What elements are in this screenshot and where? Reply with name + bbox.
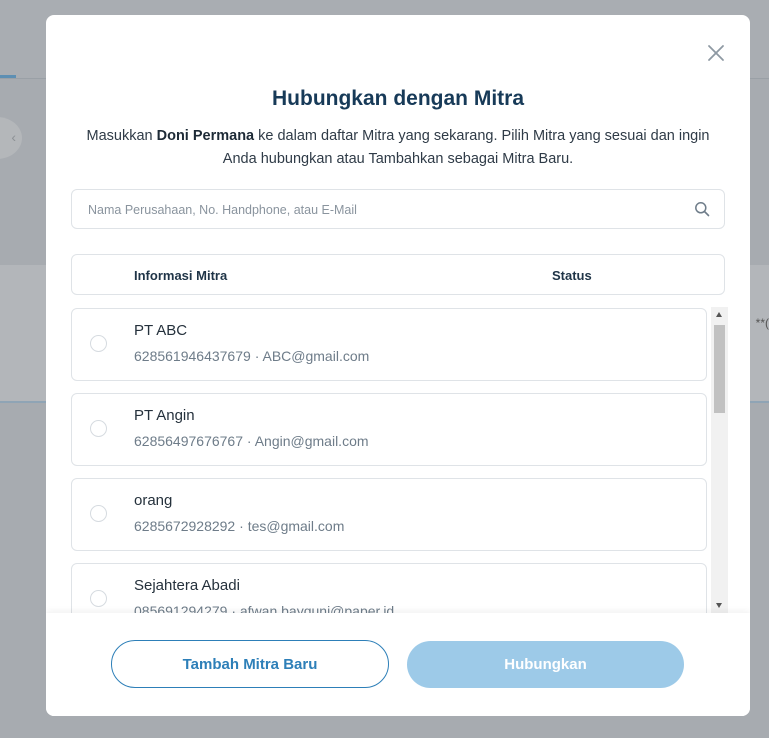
column-header-status: Status [552,268,592,283]
separator: · [246,433,252,449]
search-input[interactable] [86,190,680,230]
partner-contact: 085691294279 · afwan.bayquni@paper.id [134,603,394,613]
connect-button[interactable]: Hubungkan [407,641,684,688]
close-icon[interactable] [706,43,726,63]
table-header: Informasi Mitra Status [71,254,725,295]
partner-list-item[interactable]: Sejahtera Abadi 085691294279 · afwan.bay… [71,563,707,613]
partner-phone: 628561946437679 [134,348,251,364]
separator: · [239,518,244,534]
search-box [71,189,725,230]
modal-title: Hubungkan dengan Mitra [272,87,524,110]
background-masked-text: **( [755,316,769,330]
partner-email: Angin@gmail.com [254,433,369,449]
partner-phone: 62856497676767 [134,433,244,449]
separator: · [231,603,236,613]
partner-contact: 6285672928292 · tes@gmail.com [134,518,344,534]
partner-radio[interactable] [90,335,107,352]
partner-radio[interactable] [90,420,107,437]
scrollbar-thumb[interactable] [714,325,725,413]
column-header-info: Informasi Mitra [134,268,228,283]
partner-contact: 62856497676767 · Angin@gmail.com [134,433,369,449]
list-scrollbar[interactable] [711,307,728,613]
partner-list: PT ABC 628561946437679 · ABC@gmail.com P… [71,307,707,613]
modal-description: Masukkan Doni Permana ke dalam daftar Mi… [74,125,722,171]
background-back-button: ‹ [0,117,22,159]
partner-list-item[interactable]: PT Angin 62856497676767 · Angin@gmail.co… [71,393,707,466]
partner-name: Sejahtera Abadi [134,577,240,594]
close-button[interactable] [706,43,726,63]
separator: · [254,348,260,364]
partner-radio[interactable] [90,590,107,607]
partner-phone: 6285672928292 [134,518,236,534]
partner-name: PT Angin [134,407,195,424]
description-prefix: Masukkan [86,128,157,144]
partner-list-item[interactable]: PT ABC 628561946437679 · ABC@gmail.com [71,308,707,381]
partner-contact: 628561946437679 · ABC@gmail.com [134,348,369,364]
connect-partner-modal: Hubungkan dengan Mitra Masukkan Doni Per… [46,15,750,716]
scroll-up-arrow-icon[interactable] [716,312,722,317]
scroll-down-arrow-icon[interactable] [716,603,722,608]
add-new-partner-button[interactable]: Tambah Mitra Baru [111,640,389,688]
partner-email: afwan.bayquni@paper.id [239,603,395,613]
partner-email: ABC@gmail.com [262,348,370,364]
partner-list-item[interactable]: orang 6285672928292 · tes@gmail.com [71,478,707,551]
partner-email: tes@gmail.com [247,518,345,534]
partner-phone: 085691294279 [134,603,228,613]
background-tab-indicator [0,75,16,78]
modal-footer: Tambah Mitra Baru Hubungkan [46,613,750,716]
contact-name: Doni Permana [156,128,255,144]
partner-name: orang [134,492,173,509]
partner-radio[interactable] [90,505,107,522]
search-icon[interactable] [694,201,710,217]
partner-name: PT ABC [134,322,188,339]
description-suffix: ke dalam daftar Mitra yang sekarang. Pil… [222,128,710,167]
